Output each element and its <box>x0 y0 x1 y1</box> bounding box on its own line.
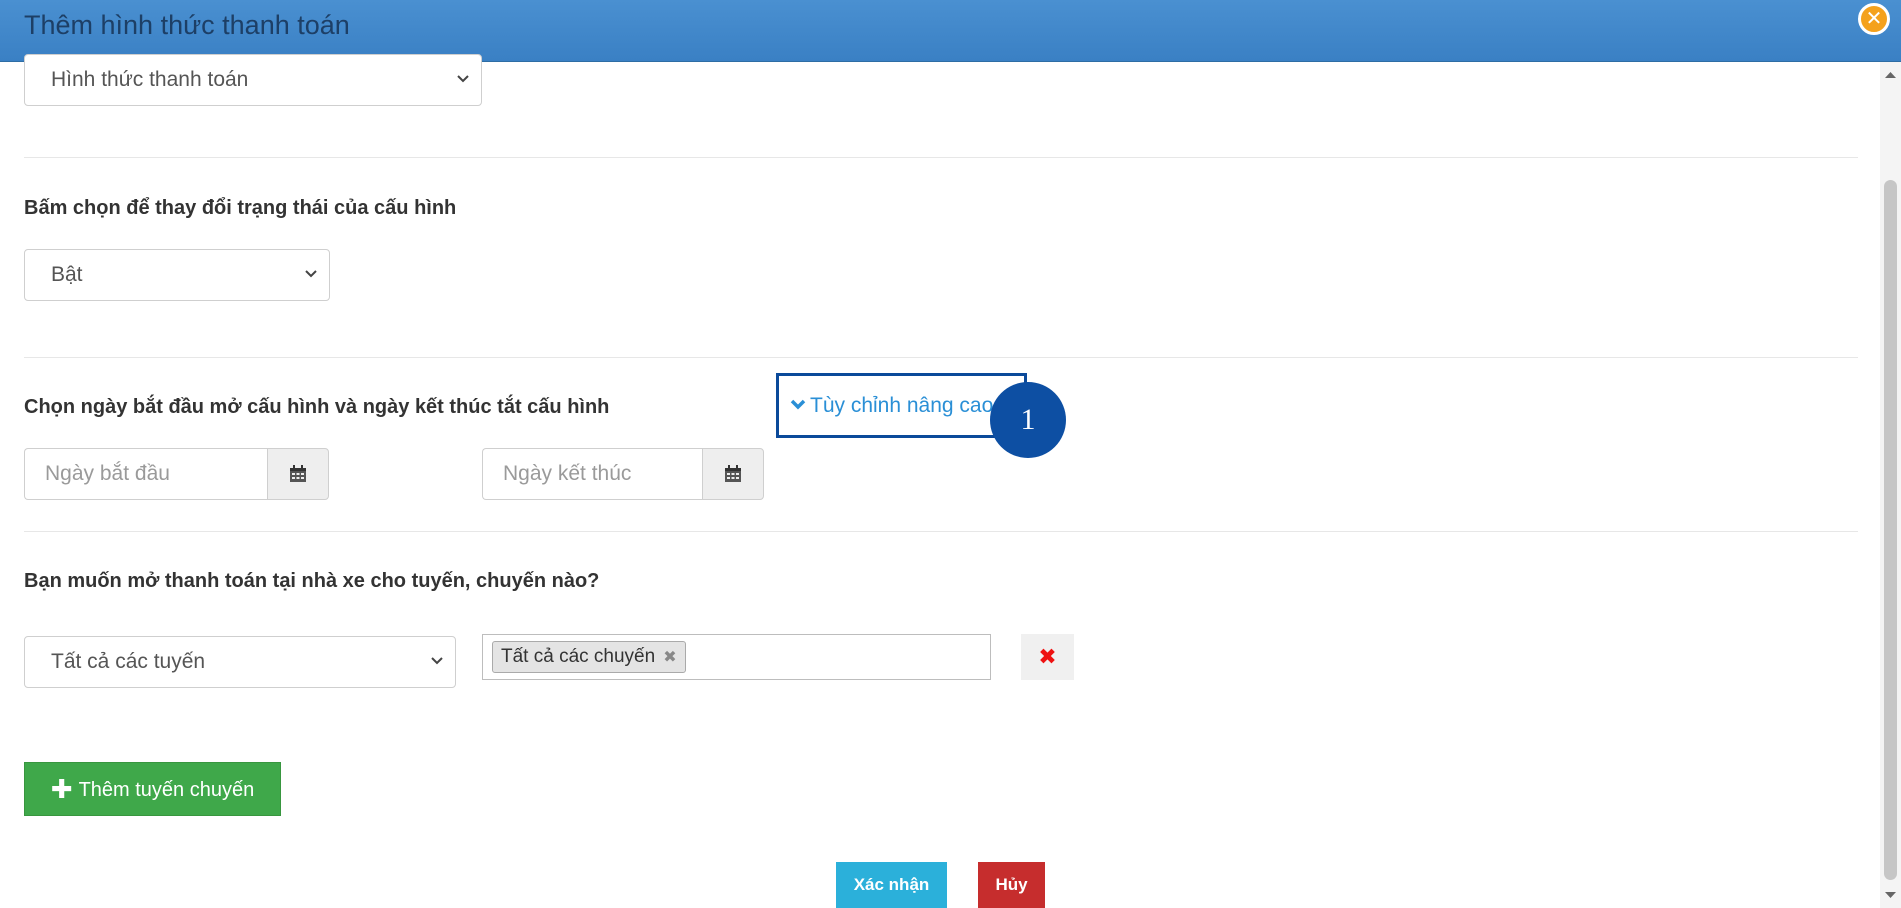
start-date-input[interactable]: Ngày bắt đầu <box>24 448 267 500</box>
close-icon: ✖ <box>1038 644 1057 669</box>
route-label: Bạn muốn mở thanh toán tại nhà xe cho tu… <box>24 570 600 592</box>
annotation-badge: 1 <box>990 382 1066 458</box>
plus-icon: ✚ <box>50 774 73 804</box>
advanced-settings-link[interactable]: Tùy chỉnh nâng cao <box>790 394 993 418</box>
tag-remove-icon[interactable]: ✖ <box>663 649 676 666</box>
calendar-icon[interactable] <box>702 448 764 500</box>
status-label: Bấm chọn để thay đổi trạng thái của cấu … <box>24 197 457 219</box>
dialog-header: Thêm hình thức thanh toán <box>0 0 1901 62</box>
chevron-down-icon <box>457 75 469 83</box>
chevron-down-icon <box>790 399 806 410</box>
chevron-down-icon <box>431 657 443 665</box>
cancel-button[interactable]: Hủy <box>978 862 1045 908</box>
route-select[interactable]: Tất cả các tuyến <box>24 636 456 688</box>
trip-tag-label: Tất cả các chuyến <box>501 646 656 667</box>
trip-multiselect[interactable]: Tất cả các chuyến ✖ <box>482 634 991 680</box>
scroll-down-icon[interactable] <box>1880 888 1901 902</box>
payment-method-select-value: Hình thức thanh toán <box>51 68 249 91</box>
section-divider <box>24 531 1858 532</box>
scroll-thumb[interactable] <box>1884 180 1897 880</box>
calendar-icon[interactable] <box>267 448 329 500</box>
close-icon[interactable]: ✕ <box>1858 3 1890 35</box>
status-select[interactable]: Bật <box>24 249 330 301</box>
section-divider <box>24 357 1858 358</box>
add-route-label: Thêm tuyến chuyến <box>78 779 255 801</box>
status-select-value: Bật <box>51 263 83 286</box>
scroll-up-icon[interactable] <box>1880 68 1901 82</box>
dialog-title: Thêm hình thức thanh toán <box>24 10 350 40</box>
payment-method-select[interactable]: Hình thức thanh toán <box>24 54 482 106</box>
trip-tag: Tất cả các chuyến ✖ <box>492 641 686 673</box>
remove-row-button[interactable]: ✖ <box>1021 634 1074 680</box>
section-divider <box>24 157 1858 158</box>
confirm-button[interactable]: Xác nhận <box>836 862 947 908</box>
chevron-down-icon <box>305 270 317 278</box>
end-date-input[interactable]: Ngày kết thúc <box>482 448 702 500</box>
advanced-settings-label: Tùy chỉnh nâng cao <box>810 394 994 417</box>
route-select-value: Tất cả các tuyến <box>51 650 206 673</box>
end-date-group: Ngày kết thúc <box>482 448 764 500</box>
date-label: Chọn ngày bắt đầu mở cấu hình và ngày kế… <box>24 396 610 418</box>
add-route-button[interactable]: ✚ Thêm tuyến chuyến <box>24 762 281 816</box>
scrollbar[interactable] <box>1880 62 1901 908</box>
start-date-group: Ngày bắt đầu <box>24 448 329 500</box>
